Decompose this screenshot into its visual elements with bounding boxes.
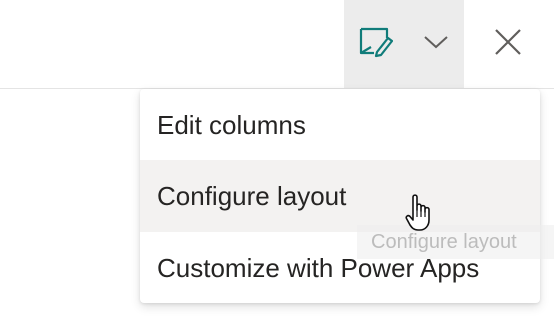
edit-view-icon	[359, 26, 394, 63]
command-bar	[0, 0, 554, 89]
close-icon	[494, 28, 522, 61]
close-button[interactable]	[474, 0, 542, 88]
menu-item-label: Edit columns	[157, 109, 306, 140]
chevron-down-icon	[423, 34, 449, 55]
menu-item-configure-layout[interactable]: Configure layout	[140, 160, 540, 232]
view-options-group	[344, 0, 464, 88]
tooltip-text: Configure layout	[371, 230, 517, 253]
tooltip: Configure layout	[357, 225, 554, 259]
edit-view-button[interactable]	[344, 0, 408, 88]
view-dropdown-button[interactable]	[408, 0, 464, 88]
view-options-menu: Edit columns Configure layout Customize …	[140, 89, 540, 303]
menu-item-edit-columns[interactable]: Edit columns	[140, 89, 540, 161]
hand-pointer-icon	[405, 193, 441, 233]
menu-item-label: Configure layout	[157, 180, 347, 211]
